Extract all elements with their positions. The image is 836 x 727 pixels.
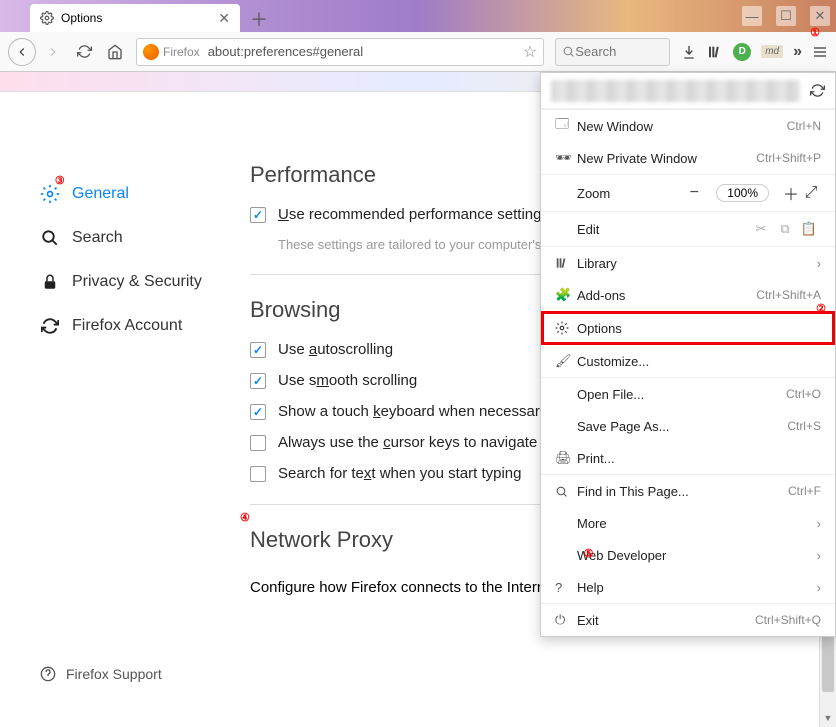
titlebar: Options ✕ ＋ — ☐ ✕ xyxy=(0,0,836,32)
checkbox-icon[interactable] xyxy=(250,373,266,389)
cut-icon[interactable]: ✂ xyxy=(749,221,773,237)
annotation-4: ④ xyxy=(240,511,250,524)
minimize-button[interactable]: — xyxy=(742,6,762,26)
menu-save-as[interactable]: Save Page As...Ctrl+S xyxy=(541,410,835,442)
question-icon xyxy=(40,666,56,682)
menu-help[interactable]: ?Help› xyxy=(541,571,835,603)
home-button[interactable] xyxy=(101,38,129,66)
menu-zoom: Zoom − 100% ＋ ⤢ xyxy=(541,175,835,211)
library-icon[interactable] xyxy=(707,44,723,60)
library-icon xyxy=(555,256,577,270)
gear-icon xyxy=(555,321,577,335)
menu-open-file[interactable]: Open File...Ctrl+O xyxy=(541,378,835,410)
menu-new-window[interactable]: 🗔New WindowCtrl+N xyxy=(541,110,835,142)
checkbox-icon[interactable] xyxy=(250,207,266,223)
sidebar-item-privacy[interactable]: Privacy & Security xyxy=(40,260,230,304)
menu-addons[interactable]: 🧩Add-onsCtrl+Shift+A xyxy=(541,279,835,311)
url-text[interactable]: about:preferences#general xyxy=(208,44,523,59)
maximize-button[interactable]: ☐ xyxy=(776,6,796,26)
back-button[interactable] xyxy=(8,38,36,66)
sidebar-label: Search xyxy=(72,229,123,247)
window-icon: 🗔 xyxy=(555,115,577,137)
fullscreen-icon[interactable]: ⤢ xyxy=(801,184,821,202)
paintbrush-icon: 🖌 xyxy=(555,353,577,369)
toolbar: Firefox about:preferences#general ☆ D md… xyxy=(0,32,836,72)
sidebar-item-general[interactable]: General ③ xyxy=(40,172,230,216)
menu-customize[interactable]: 🖌Customize... xyxy=(541,345,835,377)
sidebar-item-account[interactable]: Firefox Account xyxy=(40,304,230,348)
sidebar-label: Firefox Account xyxy=(72,317,182,335)
scroll-down-icon[interactable]: ▼ xyxy=(820,710,836,727)
search-icon xyxy=(40,229,60,247)
network-desc: Configure how Firefox connects to the In… xyxy=(250,579,558,596)
zoom-value[interactable]: 100% xyxy=(716,184,769,202)
forward-button[interactable] xyxy=(39,38,67,66)
search-icon xyxy=(555,485,577,498)
gear-icon xyxy=(40,184,60,204)
annotation-3: ③ xyxy=(55,174,65,187)
menu-new-private[interactable]: 🕶New Private WindowCtrl+Shift+P xyxy=(541,142,835,174)
menu-edit: Edit ✂ ⧉ 📋 xyxy=(541,212,835,246)
lock-icon xyxy=(40,273,60,291)
menu-find[interactable]: Find in This Page...Ctrl+F xyxy=(541,475,835,507)
printer-icon: 🖨 xyxy=(555,450,577,466)
identity-badge: Firefox xyxy=(143,44,200,60)
sidebar: General ③ Search Privacy & Security Fire… xyxy=(0,92,230,727)
sidebar-label: General xyxy=(72,185,129,203)
copy-icon[interactable]: ⧉ xyxy=(773,221,797,237)
annotation-2: ② xyxy=(816,302,826,315)
browser-tab[interactable]: Options ✕ xyxy=(30,4,240,32)
close-tab-icon[interactable]: ✕ xyxy=(218,10,230,27)
account-blurred xyxy=(551,80,800,102)
checkbox-icon[interactable] xyxy=(250,435,266,451)
menu-account-row[interactable] xyxy=(541,73,835,109)
firefox-support-link[interactable]: Firefox Support xyxy=(40,666,162,682)
extension-icon[interactable]: D xyxy=(733,43,751,61)
sync-icon xyxy=(40,317,60,335)
sync-refresh-icon[interactable] xyxy=(810,83,825,98)
sidebar-item-search[interactable]: Search xyxy=(40,216,230,260)
bookmark-star-icon[interactable]: ☆ xyxy=(523,42,537,62)
menu-options[interactable]: ② Options xyxy=(541,311,835,345)
gear-icon xyxy=(40,11,54,25)
paste-icon[interactable]: 📋 xyxy=(797,221,821,237)
sidebar-label: Privacy & Security xyxy=(72,273,202,291)
hamburger-menu-button[interactable] xyxy=(812,44,828,60)
mask-icon: 🕶 xyxy=(555,150,577,166)
reload-button[interactable] xyxy=(70,38,98,66)
zoom-out-button[interactable]: − xyxy=(684,184,704,202)
menu-print[interactable]: 🖨Print... xyxy=(541,442,835,474)
checkbox-icon[interactable] xyxy=(250,404,266,420)
annotation-1: ① xyxy=(810,26,820,39)
close-window-button[interactable]: ✕ xyxy=(810,6,830,26)
question-icon: ? xyxy=(555,580,577,595)
search-input[interactable] xyxy=(575,44,655,59)
firefox-logo-icon xyxy=(143,44,159,60)
zoom-in-button[interactable]: ＋ xyxy=(781,181,801,205)
menu-library[interactable]: Library› xyxy=(541,247,835,279)
checkbox-icon[interactable] xyxy=(250,342,266,358)
checkbox-icon[interactable] xyxy=(250,466,266,482)
power-icon: ⏻ xyxy=(555,612,577,628)
annotation-5: ⑤ xyxy=(584,547,594,560)
search-box[interactable] xyxy=(555,38,670,66)
search-icon xyxy=(562,45,575,58)
puzzle-icon: 🧩 xyxy=(555,287,577,303)
new-tab-button[interactable]: ＋ xyxy=(244,6,274,32)
md-badge-icon[interactable]: md xyxy=(761,45,783,58)
menu-more[interactable]: More› xyxy=(541,507,835,539)
urlbar[interactable]: Firefox about:preferences#general ☆ xyxy=(136,38,544,66)
downloads-icon[interactable] xyxy=(681,44,697,60)
tab-title: Options xyxy=(61,11,218,25)
menu-exit[interactable]: ⏻ExitCtrl+Shift+Q xyxy=(541,604,835,636)
overflow-icon[interactable]: » xyxy=(793,43,802,61)
